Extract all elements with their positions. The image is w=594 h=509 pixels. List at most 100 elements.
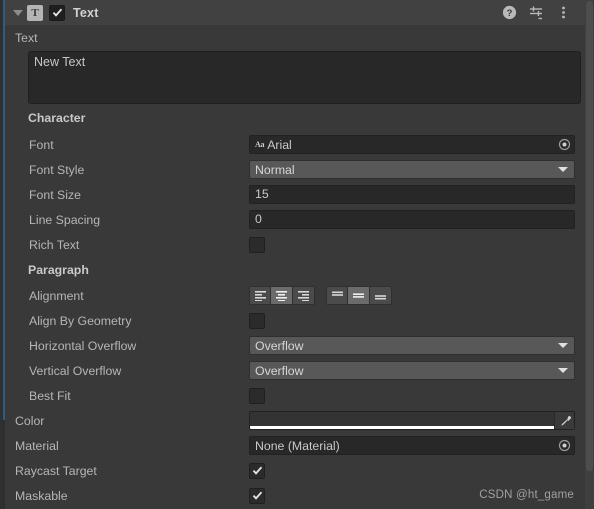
inspector-body: Text New Text Character Font Aa Arial Fo… — [5, 25, 585, 509]
component-header[interactable]: T Text ? — [5, 0, 585, 26]
vertical-overflow-value: Overflow — [255, 363, 304, 378]
font-object-field[interactable]: Aa Arial — [249, 135, 575, 154]
align-by-geometry-checkbox[interactable] — [249, 312, 265, 329]
object-picker-icon[interactable] — [557, 438, 572, 453]
rich-text-field-col — [249, 236, 575, 253]
color-alpha-bar — [250, 426, 574, 429]
align-left-icon[interactable] — [249, 286, 271, 305]
raycast-target-label: Raycast Target — [15, 463, 97, 478]
material-value: None (Material) — [255, 438, 340, 453]
best-fit-label: Best Fit — [29, 388, 71, 403]
vertical-overflow-dropdown[interactable]: Overflow — [249, 361, 575, 380]
align-middle-icon[interactable] — [348, 286, 370, 305]
svg-text:?: ? — [506, 8, 512, 19]
more-menu-icon[interactable] — [555, 5, 571, 21]
object-picker-icon[interactable] — [557, 137, 572, 152]
font-style-label: Font Style — [29, 162, 85, 177]
row-material: Material None (Material) — [5, 433, 585, 458]
alignment-button-groups — [249, 286, 392, 305]
material-label: Material — [15, 438, 59, 453]
line-spacing-input[interactable]: 0 — [249, 210, 575, 229]
row-alignment: Alignment — [5, 283, 585, 308]
color-swatch-field[interactable] — [249, 411, 575, 430]
horizontal-overflow-field-col: Overflow — [249, 336, 575, 355]
best-fit-checkbox[interactable] — [249, 387, 265, 404]
alignment-label: Alignment — [29, 288, 84, 303]
best-fit-field-col — [249, 387, 575, 404]
vertical-alignment-group — [326, 286, 392, 305]
scrollbar-thumb[interactable] — [586, 1, 593, 471]
line-spacing-label: Line Spacing — [29, 212, 101, 227]
character-section-label: Character — [28, 111, 86, 125]
row-vertical-overflow: Vertical Overflow Overflow — [5, 358, 585, 383]
row-align-by-geometry: Align By Geometry — [5, 308, 585, 333]
font-chip-icon: Aa — [255, 140, 265, 149]
chevron-down-icon — [558, 368, 568, 373]
vertical-scrollbar[interactable] — [585, 0, 594, 509]
material-field-col: None (Material) — [249, 436, 575, 455]
color-swatch — [250, 412, 574, 426]
chevron-down-icon — [558, 167, 568, 172]
preset-icon[interactable] — [528, 5, 544, 21]
material-object-field[interactable]: None (Material) — [249, 436, 575, 455]
text-component-icon: T — [27, 4, 43, 21]
align-by-geometry-label: Align By Geometry — [29, 313, 132, 328]
row-character-section: Character — [5, 104, 585, 132]
vertical-overflow-field-col: Overflow — [249, 361, 575, 380]
horizontal-overflow-value: Overflow — [255, 338, 304, 353]
row-font: Font Aa Arial — [5, 132, 585, 157]
color-label: Color — [15, 413, 45, 428]
align-center-icon[interactable] — [271, 286, 293, 305]
checkmark-icon — [52, 8, 62, 17]
font-size-input[interactable]: 15 — [249, 185, 575, 204]
row-font-style: Font Style Normal — [5, 157, 585, 182]
maskable-checkbox[interactable] — [249, 487, 265, 504]
align-top-icon[interactable] — [326, 286, 348, 305]
row-line-spacing: Line Spacing 0 — [5, 207, 585, 232]
row-best-fit: Best Fit — [5, 383, 585, 408]
checkmark-icon — [252, 466, 262, 475]
paragraph-section-label: Paragraph — [28, 263, 89, 277]
rich-text-label: Rich Text — [29, 237, 80, 252]
row-paragraph-section: Paragraph — [5, 257, 585, 283]
line-spacing-field-col: 0 — [249, 210, 575, 229]
align-by-geometry-field-col — [249, 312, 575, 329]
font-label: Font — [29, 137, 54, 152]
chevron-down-icon — [558, 343, 568, 348]
text-input[interactable]: New Text — [28, 51, 581, 104]
horizontal-overflow-dropdown[interactable]: Overflow — [249, 336, 575, 355]
align-bottom-icon[interactable] — [370, 286, 392, 305]
font-style-field-col: Normal — [249, 160, 575, 179]
help-icon[interactable]: ? — [501, 5, 517, 21]
color-field-col — [249, 411, 575, 430]
unity-inspector-panel: T Text ? Text New Text Character Font Aa… — [0, 0, 594, 509]
align-right-icon[interactable] — [293, 286, 315, 305]
watermark: CSDN @ht_game — [479, 489, 574, 501]
rich-text-checkbox[interactable] — [249, 236, 265, 253]
font-size-label: Font Size — [29, 187, 81, 202]
font-style-dropdown[interactable]: Normal — [249, 160, 575, 179]
horizontal-alignment-group — [249, 286, 315, 305]
row-rich-text: Rich Text — [5, 232, 585, 257]
row-text-label: Text — [5, 25, 585, 50]
raycast-target-checkbox[interactable] — [249, 462, 265, 479]
font-style-value: Normal — [255, 162, 295, 177]
text-field-label: Text — [15, 30, 38, 45]
maskable-label: Maskable — [15, 488, 68, 503]
horizontal-overflow-label: Horizontal Overflow — [29, 338, 137, 353]
row-horizontal-overflow: Horizontal Overflow Overflow — [5, 333, 585, 358]
row-raycast-target: Raycast Target — [5, 458, 585, 483]
checkmark-icon — [252, 491, 262, 500]
header-actions: ? — [501, 5, 571, 21]
row-color: Color — [5, 408, 585, 433]
component-enabled-checkbox[interactable] — [49, 4, 65, 21]
font-field-col: Aa Arial — [249, 135, 575, 154]
font-value: Arial — [267, 137, 292, 152]
font-size-field-col: 15 — [249, 185, 575, 204]
vertical-overflow-label: Vertical Overflow — [29, 363, 122, 378]
foldout-toggle[interactable] — [9, 9, 27, 16]
component-title: Text — [73, 5, 99, 20]
row-font-size: Font Size 15 — [5, 182, 585, 207]
eyedropper-icon[interactable] — [554, 412, 574, 429]
triangle-down-icon — [13, 9, 23, 16]
